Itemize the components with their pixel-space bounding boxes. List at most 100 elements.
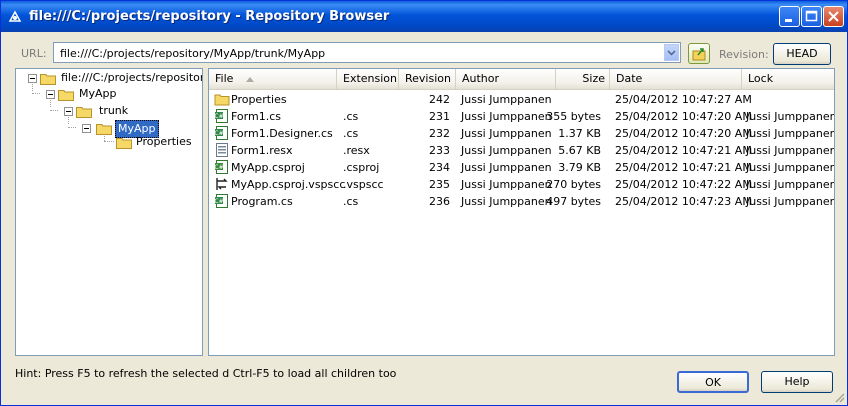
column-header-extension[interactable]: Extension bbox=[337, 69, 399, 89]
cell-author: Jussi Jumppanen bbox=[461, 178, 552, 191]
cell-ext: .cs bbox=[343, 127, 359, 140]
cell-lock: Jussi Jumppanen bbox=[746, 144, 835, 157]
file-list-row[interactable]: C# Program.cs .cs 236 Jussi Jumppanen 497 byt… bbox=[209, 193, 835, 210]
cell-size: 270 bytes bbox=[546, 178, 601, 191]
help-button[interactable]: Help bbox=[761, 371, 833, 393]
minimize-icon bbox=[785, 19, 792, 22]
url-dropdown-button[interactable] bbox=[664, 44, 679, 61]
cell-size: 5.67 KB bbox=[558, 144, 601, 157]
cell-lock: Jussi Jumppanen bbox=[746, 195, 835, 208]
chevron-down-icon bbox=[667, 50, 676, 56]
resize-grip-icon[interactable] bbox=[833, 391, 845, 403]
column-header-file[interactable]: File bbox=[209, 69, 337, 89]
cell-file: Form1.resx bbox=[231, 144, 293, 157]
cell-size: 497 bytes bbox=[546, 195, 601, 208]
cell-size: 355 bytes bbox=[546, 110, 601, 123]
file-list-row[interactable]: Properties 242 Jussi Jumppanen 25/04/2012 1… bbox=[209, 91, 834, 108]
window-title: file:///C:/projects/repository - Reposit… bbox=[29, 9, 390, 24]
cell-date: 25/04/2012 10:47:20 AM bbox=[615, 127, 752, 140]
cell-date: 25/04/2012 10:47:20 AM bbox=[615, 110, 752, 123]
cell-date: 25/04/2012 10:47:27 AM bbox=[615, 93, 752, 106]
collapse-icon[interactable] bbox=[46, 90, 55, 99]
column-header-date[interactable]: Date bbox=[610, 69, 742, 89]
revision-head-button[interactable]: HEAD bbox=[773, 43, 831, 65]
cell-author: Jussi Jumppanen bbox=[461, 195, 552, 208]
svg-text:C#: C# bbox=[214, 198, 223, 205]
title-bar[interactable]: file:///C:/projects/repository - Reposit… bbox=[1, 1, 847, 32]
collapse-icon[interactable] bbox=[28, 74, 37, 83]
folder-open-icon bbox=[76, 107, 92, 118]
svg-text:C#: C# bbox=[214, 113, 223, 120]
repository-browser-window: file:///C:/projects/repository - Reposit… bbox=[0, 0, 848, 406]
file-list-header: File Extension Revision Author Size Date… bbox=[209, 69, 834, 90]
collapse-icon[interactable] bbox=[82, 124, 91, 133]
csproj-file-icon: C# bbox=[214, 160, 228, 174]
tree-connector bbox=[32, 93, 40, 94]
close-button[interactable] bbox=[823, 6, 844, 27]
tree-connector bbox=[68, 127, 76, 128]
vspscc-file-icon bbox=[216, 178, 228, 190]
file-list[interactable]: File Extension Revision Author Size Date… bbox=[208, 68, 835, 356]
cell-file: Form1.Designer.cs bbox=[231, 127, 333, 140]
cell-author: Jussi Jumppanen bbox=[461, 144, 552, 157]
cell-rev: 232 bbox=[429, 127, 450, 140]
cell-file: MyApp.csproj.vspscc bbox=[231, 178, 346, 191]
cell-rev: 234 bbox=[429, 161, 450, 174]
cell-date: 25/04/2012 10:47:21 AM bbox=[615, 161, 752, 174]
url-input[interactable]: file:///C:/projects/repository/MyApp/tru… bbox=[60, 47, 325, 60]
cell-date: 25/04/2012 10:47:22 AM bbox=[615, 178, 752, 191]
folder-open-icon bbox=[40, 74, 56, 85]
cell-ext: .cs bbox=[343, 195, 359, 208]
column-header-lock[interactable]: Lock bbox=[742, 69, 834, 89]
folder-arrow-icon bbox=[692, 48, 706, 61]
resx-file-icon bbox=[216, 143, 228, 157]
cell-date: 25/04/2012 10:47:21 AM bbox=[615, 144, 752, 157]
cell-ext: .csproj bbox=[343, 161, 380, 174]
tree-node-label: Properties bbox=[136, 135, 192, 148]
cell-rev: 242 bbox=[429, 93, 450, 106]
cell-rev: 235 bbox=[429, 178, 450, 191]
column-header-revision[interactable]: Revision bbox=[399, 69, 456, 89]
ok-button[interactable]: OK bbox=[677, 371, 749, 393]
column-header-author[interactable]: Author bbox=[456, 69, 556, 89]
cell-file: Form1.cs bbox=[231, 110, 281, 123]
tree-node-label: file:///C:/projects/repository bbox=[61, 71, 203, 84]
folder-open-icon bbox=[96, 124, 112, 135]
cell-author: Jussi Jumppanen bbox=[461, 161, 552, 174]
app-icon bbox=[8, 10, 22, 22]
cell-lock: Jussi Jumppanen bbox=[746, 161, 835, 174]
cell-lock: Jussi Jumppanen bbox=[746, 127, 835, 140]
file-list-row[interactable]: C# Form1.cs .cs 231 Jussi Jumppanen 355 bytes… bbox=[209, 108, 835, 125]
repository-tree[interactable]: file:///C:/projects/repository MyApp tru… bbox=[15, 68, 203, 356]
svg-text:C#: C# bbox=[214, 164, 223, 171]
cell-file: Program.cs bbox=[231, 195, 293, 208]
browse-button[interactable] bbox=[688, 43, 710, 64]
cell-author: Jussi Jumppanen bbox=[461, 93, 552, 106]
file-list-row[interactable]: MyApp.csproj.vspscc .vspscc 235 Jussi Jumpp… bbox=[209, 176, 834, 193]
column-header-size[interactable]: Size bbox=[556, 69, 610, 89]
sort-ascending-icon bbox=[246, 77, 254, 82]
csharp-file-icon: C# bbox=[214, 126, 228, 140]
hint-text: Hint: Press F5 to refresh the selected d… bbox=[15, 367, 397, 380]
cell-file: Properties bbox=[231, 93, 287, 106]
close-icon bbox=[828, 11, 839, 22]
cell-file: MyApp.csproj bbox=[231, 161, 305, 174]
tree-node-label: MyApp bbox=[79, 87, 117, 100]
collapse-icon[interactable] bbox=[64, 107, 73, 116]
cell-rev: 236 bbox=[429, 195, 450, 208]
csharp-file-icon: C# bbox=[214, 194, 228, 208]
cell-ext: .cs bbox=[343, 110, 359, 123]
cell-size: 3.79 KB bbox=[558, 161, 601, 174]
cell-rev: 233 bbox=[429, 144, 450, 157]
cell-ext: .resx bbox=[343, 144, 370, 157]
file-list-row[interactable]: C# Form1.Designer.cs .cs 232 Jussi Jumppanen… bbox=[209, 125, 835, 142]
minimize-button[interactable] bbox=[779, 6, 800, 27]
maximize-button[interactable] bbox=[801, 6, 822, 27]
file-list-row[interactable]: Form1.resx .resx 233 Jussi Jumppanen 5.67 KB… bbox=[209, 142, 835, 159]
file-list-row[interactable]: C# MyApp.csproj .csproj 234 Jussi Jumppanen 3… bbox=[209, 159, 835, 176]
url-combobox[interactable]: file:///C:/projects/repository/MyApp/tru… bbox=[53, 42, 681, 63]
url-label: URL: bbox=[21, 47, 47, 60]
maximize-icon bbox=[805, 10, 818, 22]
cell-lock: Jussi Jumppanen bbox=[746, 110, 835, 123]
folder-icon bbox=[214, 94, 230, 106]
